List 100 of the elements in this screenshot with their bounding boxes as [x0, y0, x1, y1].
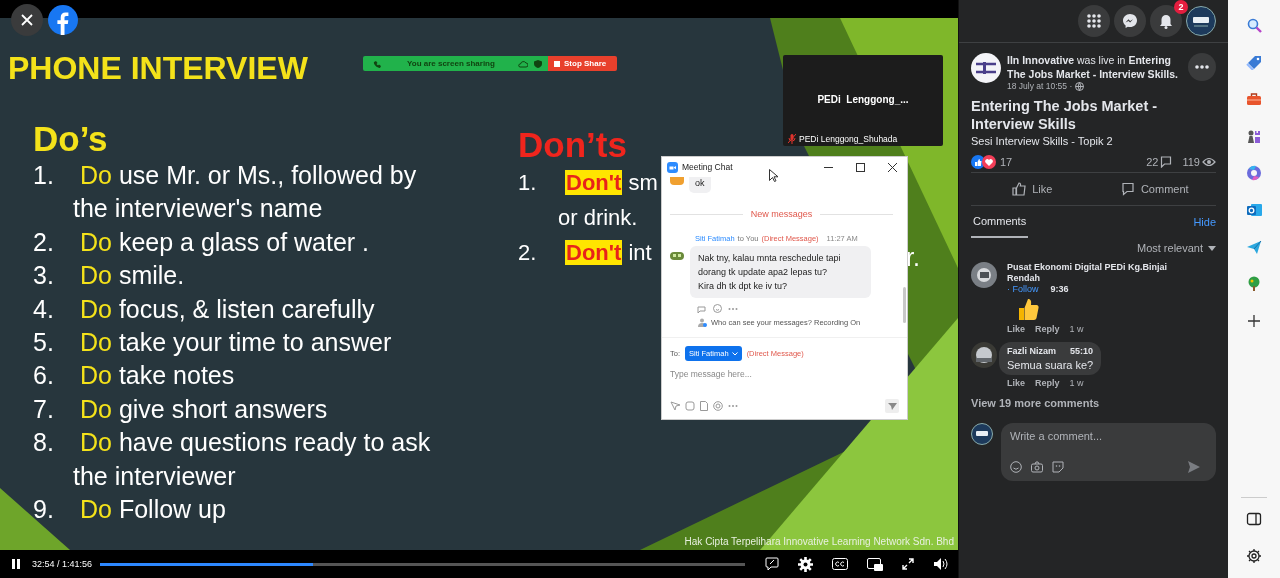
- screenshot-icon[interactable]: [670, 401, 680, 411]
- avatar: [670, 252, 684, 260]
- reaction-count: 17: [1000, 155, 1013, 168]
- slide-title: PHONE INTERVIEW: [8, 51, 308, 85]
- sticker-icon[interactable]: [1052, 461, 1064, 473]
- sort-dropdown[interactable]: Most relevant: [1136, 242, 1216, 254]
- maximize-icon[interactable]: [856, 162, 865, 172]
- profile-avatar[interactable]: [971, 423, 993, 445]
- tree-icon[interactable]: [1246, 276, 1262, 292]
- list-number: 4.: [33, 293, 55, 325]
- close-button[interactable]: [11, 4, 43, 36]
- scrollbar-thumb[interactable]: [903, 287, 906, 323]
- view-count: 119: [1182, 155, 1200, 168]
- copilot-icon[interactable]: [1246, 165, 1262, 181]
- new-messages-divider: New messages: [750, 209, 813, 219]
- list-item-text: Do focus, & listen carefully: [79, 293, 375, 325]
- close-icon[interactable]: [888, 162, 897, 172]
- stop-share-button[interactable]: Stop Share: [548, 56, 617, 71]
- person-icon: [698, 318, 707, 327]
- page-avatar[interactable]: [971, 53, 1001, 83]
- caret-icon[interactable]: [731, 351, 738, 356]
- search-icon[interactable]: [1246, 17, 1262, 33]
- dos-heading: Do’s: [33, 119, 108, 159]
- list-item-text: Do take notes: [79, 360, 235, 392]
- reply-link[interactable]: Reply: [1035, 378, 1060, 388]
- file-icon[interactable]: [700, 401, 708, 411]
- caret-icon[interactable]: [1208, 245, 1216, 251]
- notifications-button[interactable]: [1150, 5, 1182, 37]
- stop-icon[interactable]: [554, 60, 560, 67]
- list-number: 7.: [33, 393, 55, 425]
- like-link[interactable]: Like: [1007, 378, 1025, 388]
- more-icon[interactable]: [1195, 65, 1209, 69]
- message-bubble: ok: [689, 177, 711, 193]
- messenger-button[interactable]: [1114, 5, 1146, 37]
- menu-button[interactable]: [1078, 5, 1110, 37]
- message-bubble: Nak tny, kalau mnta reschedule tapi dorang tk update apa2 lepas tu? Kira dh tk dpt ke iv tu?: [690, 246, 871, 298]
- avatar: [670, 177, 684, 185]
- messenger-icon[interactable]: [1122, 13, 1138, 29]
- emoji-icon[interactable]: [713, 401, 723, 411]
- comment-icon[interactable]: [1120, 182, 1135, 196]
- view-more-comments-link[interactable]: View 19 more comments: [971, 397, 1216, 409]
- volume-icon[interactable]: [933, 557, 948, 571]
- tag-icon[interactable]: [1246, 54, 1262, 70]
- send-icon[interactable]: [885, 399, 899, 413]
- comment-timestamp[interactable]: 55:10: [1070, 346, 1094, 357]
- window-title: Meeting Chat: [682, 162, 733, 172]
- list-number: 2.: [33, 226, 55, 258]
- time-display: 32:54 / 1:41:56: [32, 559, 93, 569]
- like-button[interactable]: Like: [971, 173, 1094, 205]
- comment-button[interactable]: Comment: [1093, 173, 1216, 205]
- hide-link[interactable]: Hide: [1193, 216, 1216, 228]
- comment-input[interactable]: Write a comment...: [1010, 430, 1206, 442]
- commenter-name[interactable]: Pusat Ekonomi Digital PEDi Kg.Binjai Rendah: [1007, 262, 1172, 284]
- follow-link[interactable]: · Follow: [1007, 284, 1039, 294]
- like-link[interactable]: Like: [1007, 324, 1025, 334]
- sidebar-panel-icon[interactable]: [1246, 511, 1262, 527]
- progress-bar[interactable]: [100, 562, 745, 566]
- settings-icon[interactable]: [1246, 548, 1262, 564]
- grid-icon[interactable]: [1087, 14, 1101, 28]
- list-item-text: Do take your time to answer: [79, 327, 392, 359]
- briefcase-icon[interactable]: [1246, 91, 1262, 107]
- share-status-text: You are screen sharing: [407, 59, 495, 68]
- pause-icon[interactable]: [12, 559, 20, 569]
- list-item-text: Do smile.: [79, 260, 185, 292]
- list-number: 6.: [33, 360, 55, 392]
- copyright-text: Hak Cipta Terpelihara Innovative Learning Network Sdn. Bhd: [684, 536, 955, 549]
- fullscreen-icon[interactable]: [902, 558, 914, 570]
- comments-tab[interactable]: Comments: [971, 206, 1029, 238]
- reply-link[interactable]: Reply: [1035, 324, 1060, 334]
- list-item-text: Do Follow up: [79, 494, 226, 526]
- post-header-text: Iln Innovative was live in Entering The Jobs Market - Interview Skills.: [1007, 53, 1179, 81]
- camera-icon[interactable]: [1031, 461, 1043, 473]
- phone-icon: [373, 59, 381, 68]
- list-number: 1.: [33, 160, 55, 191]
- bell-icon[interactable]: [1159, 13, 1173, 29]
- paper-plane-icon[interactable]: [1246, 239, 1262, 255]
- commenter-avatar[interactable]: [971, 262, 997, 288]
- plus-icon[interactable]: [1246, 313, 1262, 329]
- comment-age: 1 w: [1069, 324, 1084, 334]
- mail-app-icon[interactable]: [1246, 202, 1262, 218]
- thumbs-up-icon[interactable]: [1012, 182, 1027, 196]
- send-icon[interactable]: [1188, 461, 1200, 473]
- picture-in-picture-icon[interactable]: [867, 557, 883, 571]
- emoji-icon[interactable]: [1010, 461, 1022, 473]
- comment-icon[interactable]: [765, 557, 779, 571]
- comment-timestamp[interactable]: 9:36: [1050, 284, 1069, 294]
- list-item-text: Do keep a glass of water .: [79, 226, 370, 258]
- participant-label: PEDi Lenggong_Shuhada: [799, 134, 898, 144]
- list-item-text: Do have questions ready to ask the interviewer: [73, 427, 431, 492]
- participant-name: PEDi Lenggong_...: [816, 94, 910, 105]
- chess-pieces-icon[interactable]: [1246, 128, 1262, 144]
- commenter-avatar[interactable]: [971, 342, 997, 368]
- post-date: 18 July at 10:55 ·: [1007, 81, 1073, 91]
- post-subtitle: Sesi Interview Skills - Topik 2: [971, 135, 1114, 147]
- zoom-logo-icon: [667, 161, 678, 173]
- commenter-name[interactable]: Fazli Nizam: [1007, 346, 1056, 357]
- more-options-button[interactable]: [1188, 53, 1216, 81]
- profile-avatar[interactable]: [1186, 6, 1216, 36]
- mouse-pointer-icon: [769, 169, 778, 182]
- captions-icon[interactable]: [832, 558, 848, 570]
